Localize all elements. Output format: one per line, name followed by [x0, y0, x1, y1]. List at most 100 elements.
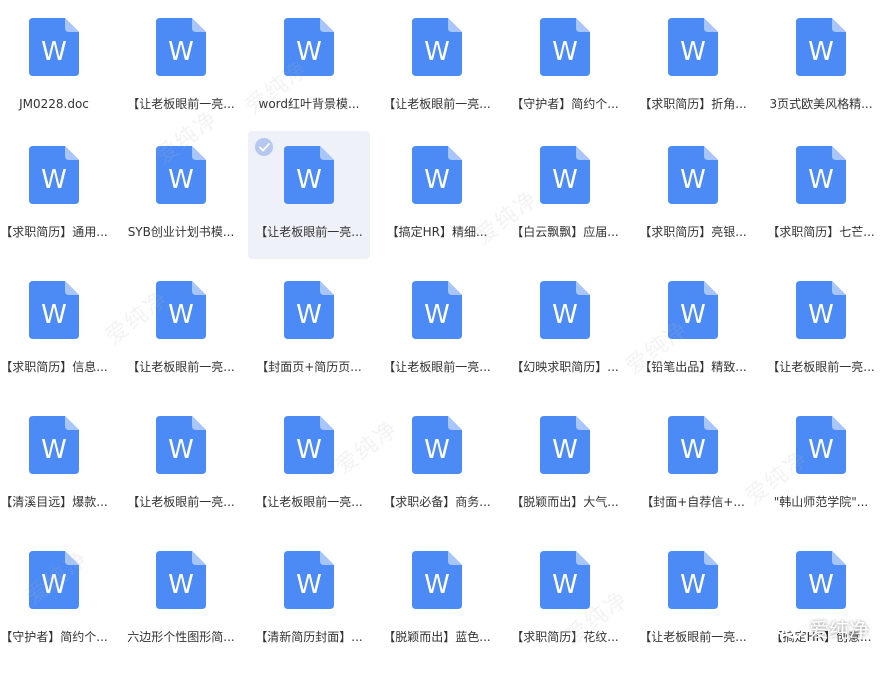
file-name: 【让老板眼前一亮...	[255, 225, 363, 239]
file-name: 【让老板眼前一亮...	[383, 360, 491, 374]
file-item[interactable]: W 【铅笔出品】精致...	[632, 266, 754, 394]
file-item[interactable]: W JM0228.doc	[0, 3, 115, 131]
svg-text:W: W	[168, 300, 194, 330]
file-grid: W JM0228.doc W 【让老板眼前一亮... Wword红叶背景模... W 【让老…	[0, 0, 891, 673]
file-name: 【脱颖而出】大气...	[511, 495, 619, 509]
svg-text:W: W	[424, 570, 450, 600]
file-item[interactable]: W 【求职必备】商务...	[376, 401, 498, 529]
wechat-icon	[775, 617, 803, 641]
file-name: 【搞定HR】精细...	[386, 225, 488, 239]
file-item[interactable]: W 六边形个性图形简...	[120, 536, 242, 664]
file-item[interactable]: W 【守护者】简约个...	[504, 3, 626, 131]
file-item[interactable]: W 【求职简历】花纹...	[504, 536, 626, 664]
word-doc-icon: W	[796, 18, 846, 76]
word-doc-icon: W	[796, 146, 846, 204]
word-doc-icon: W	[412, 18, 462, 76]
svg-text:W: W	[168, 570, 194, 600]
brand-watermark: 爱纯净	[775, 614, 869, 643]
word-doc-icon: W	[412, 146, 462, 204]
file-item[interactable]: W 【让老板眼前一亮...	[376, 3, 498, 131]
word-doc-icon: W	[29, 146, 79, 204]
file-item[interactable]: W 【让老板眼前一亮...	[632, 536, 754, 664]
svg-text:W: W	[424, 37, 450, 67]
file-item[interactable]: W 【白云飘飘】应届...	[504, 131, 626, 259]
word-doc-icon: W	[284, 146, 334, 204]
file-item[interactable]: W 【脱颖而出】蓝色...	[376, 536, 498, 664]
word-doc-icon: W	[796, 551, 846, 609]
file-item[interactable]: W 【求职简历】亮银...	[632, 131, 754, 259]
file-item[interactable]: W "韩山师范学院"...	[760, 401, 882, 529]
file-item[interactable]: W 【搞定HR】创意...	[760, 536, 882, 664]
file-item[interactable]: Wword红叶背景模...	[248, 3, 370, 131]
selected-check-icon[interactable]	[255, 138, 273, 156]
file-item[interactable]: W 【守护者】简约个...	[0, 536, 115, 664]
file-item[interactable]: W 【幻映求职简历】...	[504, 266, 626, 394]
word-doc-icon: W	[156, 146, 206, 204]
svg-text:W: W	[808, 37, 834, 67]
file-item[interactable]: W 【求职简历】信息...	[0, 266, 115, 394]
word-doc-icon: W	[540, 18, 590, 76]
file-item[interactable]: W 【让老板眼前一亮...	[760, 266, 882, 394]
svg-text:W: W	[168, 37, 194, 67]
svg-text:W: W	[808, 570, 834, 600]
word-doc-icon: W	[540, 416, 590, 474]
svg-text:W: W	[424, 435, 450, 465]
file-item[interactable]: W 【搞定HR】精细...	[376, 131, 498, 259]
svg-text:W: W	[296, 435, 322, 465]
file-name: word红叶背景模...	[258, 97, 360, 111]
svg-text:W: W	[168, 435, 194, 465]
svg-text:W: W	[424, 165, 450, 195]
file-item[interactable]: W 【封面页+简历页...	[248, 266, 370, 394]
file-name: 【封面+自荐信+...	[641, 495, 745, 509]
file-item[interactable]: W 【封面+自荐信+...	[632, 401, 754, 529]
svg-text:W: W	[41, 435, 67, 465]
svg-text:W: W	[552, 435, 578, 465]
file-name: 【白云飘飘】应届...	[511, 225, 619, 239]
svg-text:W: W	[552, 570, 578, 600]
file-item[interactable]: W 【求职简历】折角...	[632, 3, 754, 131]
file-item[interactable]: W 【求职简历】通用...	[0, 131, 115, 259]
file-item[interactable]: W 【清新简历封面】...	[248, 536, 370, 664]
file-item[interactable]: W 【脱颖而出】大气...	[504, 401, 626, 529]
svg-text:W: W	[168, 165, 194, 195]
svg-text:W: W	[41, 300, 67, 330]
word-doc-icon: W	[668, 551, 718, 609]
word-doc-icon: W	[284, 551, 334, 609]
file-name: 【清溪目远】爆款...	[0, 495, 108, 509]
svg-text:W: W	[296, 570, 322, 600]
file-item[interactable]: W 【让老板眼前一亮...	[120, 3, 242, 131]
svg-text:W: W	[680, 37, 706, 67]
file-item[interactable]: W 【让老板眼前一亮...	[248, 401, 370, 529]
file-item[interactable]: W 【求职简历】七芒...	[760, 131, 882, 259]
file-name: 【脱颖而出】蓝色...	[383, 630, 491, 644]
word-doc-icon: W	[29, 416, 79, 474]
file-name: 【求职简历】通用...	[0, 225, 108, 239]
word-doc-icon: W	[284, 18, 334, 76]
word-doc-icon: W	[284, 281, 334, 339]
file-name: 【求职简历】折角...	[639, 97, 747, 111]
file-name: 【让老板眼前一亮...	[767, 360, 875, 374]
svg-text:W: W	[296, 37, 322, 67]
file-item[interactable]: W 【清溪目远】爆款...	[0, 401, 115, 529]
file-item[interactable]: W 3页式欧美风格精...	[760, 3, 882, 131]
svg-text:W: W	[424, 300, 450, 330]
file-name: 【让老板眼前一亮...	[127, 360, 235, 374]
file-item[interactable]: W SYB创业计划书模...	[120, 131, 242, 259]
word-doc-icon: W	[540, 551, 590, 609]
svg-text:W: W	[680, 165, 706, 195]
file-item[interactable]: W 【让老板眼前一亮...	[120, 266, 242, 394]
word-doc-icon: W	[156, 18, 206, 76]
word-doc-icon: W	[156, 551, 206, 609]
word-doc-icon: W	[29, 281, 79, 339]
file-name: 【让老板眼前一亮...	[639, 630, 747, 644]
svg-text:W: W	[552, 300, 578, 330]
file-name: 【让老板眼前一亮...	[255, 495, 363, 509]
file-item[interactable]: W 【让老板眼前一亮...	[376, 266, 498, 394]
svg-text:W: W	[41, 37, 67, 67]
svg-text:W: W	[552, 165, 578, 195]
file-item[interactable]: W 【让老板眼前一亮...	[248, 131, 370, 259]
file-item[interactable]: W 【让老板眼前一亮...	[120, 401, 242, 529]
file-name: 【幻映求职简历】...	[511, 360, 619, 374]
word-doc-icon: W	[668, 18, 718, 76]
word-doc-icon: W	[156, 416, 206, 474]
